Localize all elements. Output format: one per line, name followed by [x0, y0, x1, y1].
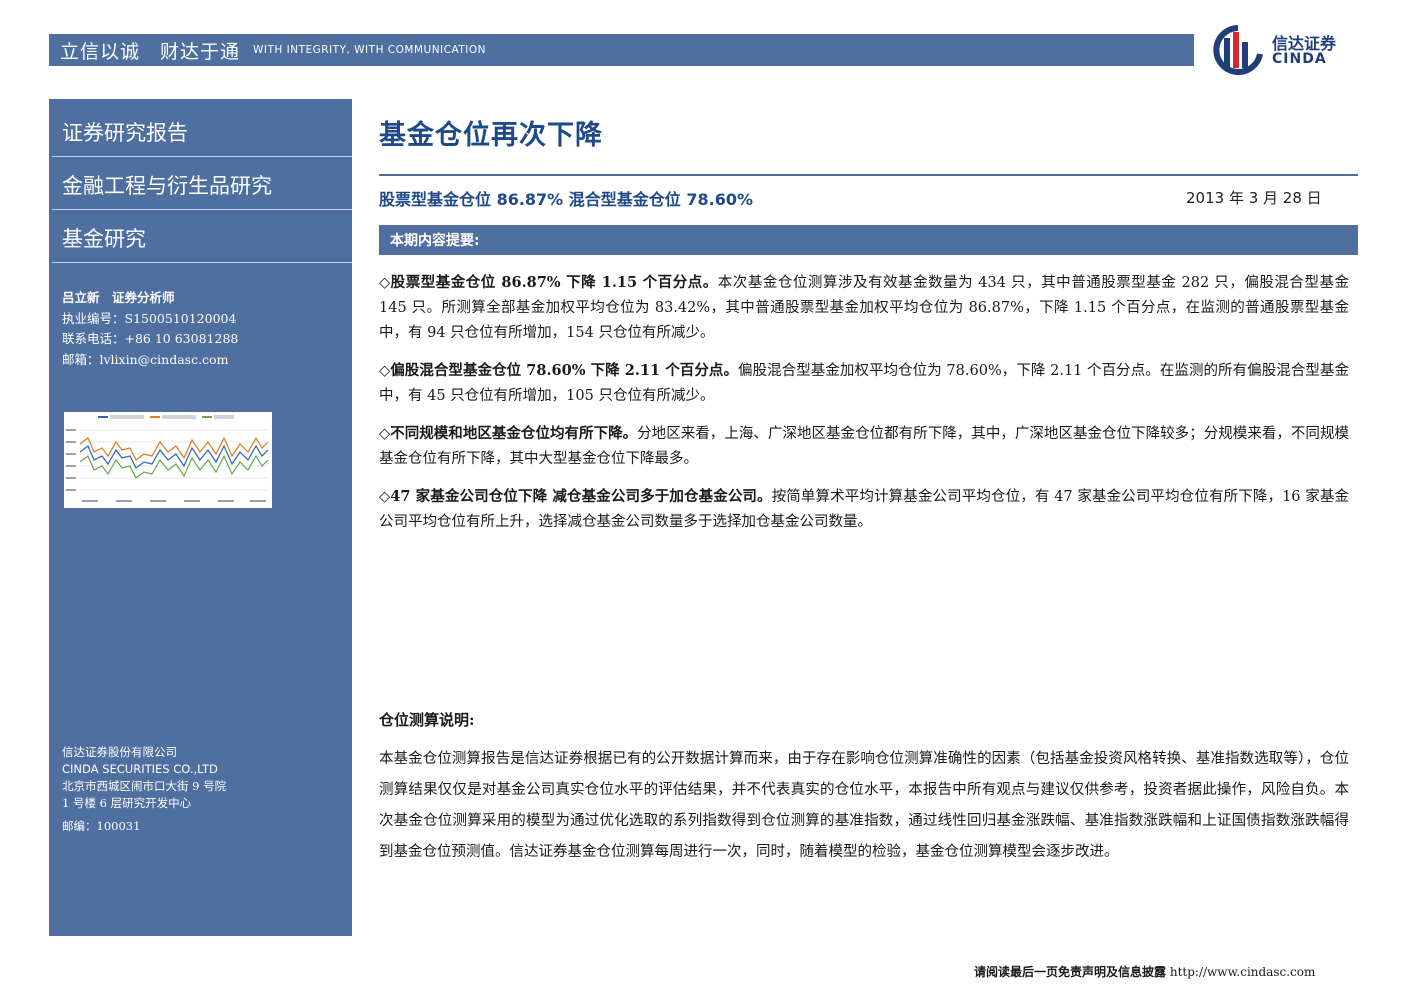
thumbnail-chart-image [66, 415, 269, 502]
summary-bullet: ◇偏股混合型基金仓位 78.60% 下降 2.11 个百分点。偏股混合型基金加权… [379, 358, 1349, 409]
sidebar-title-report-type: 证券研究报告 [62, 121, 188, 145]
analyst-phone: 联系电话：+86 10 63081288 [62, 331, 239, 346]
summary-bullet: ◇不同规模和地区基金仓位均有所下降。分地区来看，上海、广深地区基金仓位都有所下降… [379, 421, 1349, 472]
position-trend-thumbnail [64, 412, 272, 508]
sidebar-divider [52, 156, 352, 157]
method-title: 仓位测算说明: [379, 711, 475, 729]
slogan-en: WITH INTEGRITY, WITH COMMUNICATION [253, 44, 486, 56]
company-address-line2: 1 号楼 6 层研究开发中心 [62, 796, 192, 810]
report-subtitle: 股票型基金仓位 86.87% 混合型基金仓位 78.60% [379, 190, 753, 209]
sidebar-divider [52, 262, 352, 263]
summary-heading: 本期内容提要: [390, 233, 480, 249]
footer-url[interactable]: http://www.cindasc.com [1170, 965, 1316, 979]
sidebar-title-department: 金融工程与衍生品研究 [62, 174, 272, 198]
bullet-lead: ◇股票型基金仓位 86.87% 下降 1.15 个百分点。 [379, 274, 718, 291]
bullet-lead: ◇47 家基金公司仓位下降 减仓基金公司多于加仓基金公司。 [379, 488, 772, 505]
summary-bullets: ◇股票型基金仓位 86.87% 下降 1.15 个百分点。本次基金仓位测算涉及有… [379, 270, 1349, 547]
footer: 请阅读最后一页免责声明及信息披露 http://www.cindasc.com [974, 963, 1315, 980]
company-address-line1: 北京市西城区闹市口大街 9 号院 [62, 779, 227, 793]
report-date: 2013 年 3 月 28 日 [1186, 189, 1322, 207]
cinda-logo-icon [1213, 25, 1263, 75]
company-name-cn: 信达证券股份有限公司 [62, 745, 177, 759]
method-text: 本基金仓位测算报告是信达证券根据已有的公开数据计算而来，由于存在影响仓位测算准确… [379, 751, 1349, 860]
sidebar-divider [52, 209, 352, 210]
bullet-lead: ◇不同规模和地区基金仓位均有所下降。 [379, 425, 638, 442]
footer-disclaimer: 请阅读最后一页免责声明及信息披露 [974, 965, 1167, 979]
summary-heading-bar: 本期内容提要: [379, 225, 1358, 255]
company-info: 信达证券股份有限公司 CINDA SECURITIES CO.,LTD 北京市西… [62, 744, 226, 835]
slogan-cn: 立信以诚 财达于通 [60, 40, 241, 63]
cinda-logo: 信达证券 CINDA [1208, 24, 1358, 76]
analyst-name: 吕立新 证券分析师 [62, 290, 175, 305]
analyst-info: 吕立新 证券分析师 执业编号：S1500510120004 联系电话：+86 1… [62, 288, 238, 370]
report-title: 基金仓位再次下降 [379, 120, 603, 151]
analyst-license: 执业编号：S1500510120004 [62, 310, 237, 326]
summary-bullet: ◇股票型基金仓位 86.87% 下降 1.15 个百分点。本次基金仓位测算涉及有… [379, 270, 1349, 346]
title-divider [379, 174, 1358, 176]
company-name-en: CINDA SECURITIES CO.,LTD [62, 762, 218, 776]
logo-text-en: CINDA [1272, 51, 1327, 67]
company-postcode: 邮编：100031 [62, 819, 141, 833]
header-banner: 立信以诚 财达于通 WITH INTEGRITY, WITH COMMUNICA… [49, 34, 1194, 66]
analyst-email: 邮箱：lvlixin@cindasc.com [62, 351, 229, 367]
summary-bullet: ◇47 家基金公司仓位下降 减仓基金公司多于加仓基金公司。按简单算术平均计算基金… [379, 484, 1349, 535]
sidebar-title-category: 基金研究 [62, 227, 146, 251]
bullet-lead: ◇偏股混合型基金仓位 78.60% 下降 2.11 个百分点。 [379, 362, 738, 379]
sidebar: 证券研究报告 金融工程与衍生品研究 基金研究 吕立新 证券分析师 执业编号：S1… [49, 99, 352, 936]
